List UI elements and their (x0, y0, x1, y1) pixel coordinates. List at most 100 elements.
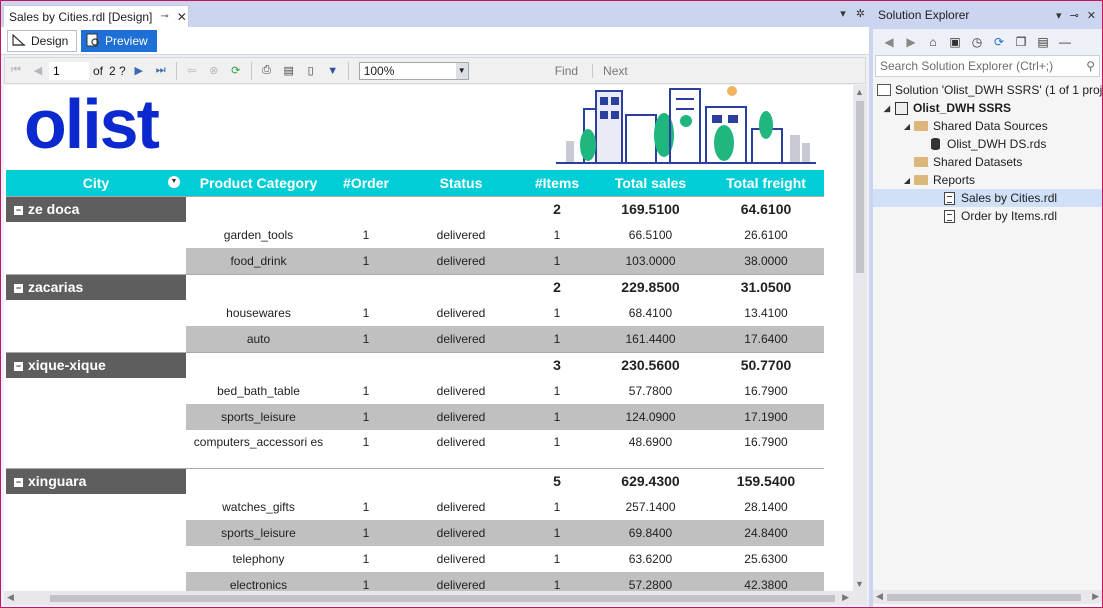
gear-icon[interactable]: ✲ (856, 7, 865, 20)
column-header-total-sales: Total sales (593, 170, 708, 196)
scroll-right-icon[interactable]: ▶ (842, 592, 849, 603)
document-tabstrip: Sales by Cities.rdl [Design] ⊸ ✕ ▾ ✲ (1, 1, 869, 27)
total-freight-cell: 17.1900 (708, 404, 824, 430)
status-cell: delivered (401, 572, 521, 591)
collapse-toggle-icon[interactable]: − (14, 206, 23, 216)
chevron-down-icon[interactable]: ▼ (455, 62, 468, 79)
panel-title: Solution Explorer (878, 8, 970, 22)
close-icon[interactable]: ✕ (1087, 9, 1096, 22)
status-cell: delivered (436, 384, 486, 398)
sync-icon[interactable]: ⟳ (991, 35, 1007, 49)
collapse-toggle-icon[interactable]: − (14, 362, 23, 372)
product-category-cell: garden_tools (223, 228, 294, 242)
folder-icon (913, 155, 929, 169)
scroll-thumb[interactable] (50, 595, 835, 602)
tree-node-shared-datasets[interactable]: Shared Datasets (873, 153, 1102, 171)
table-row: sports_leisure 1 delivered 1 69.8400 24.8400 (6, 520, 824, 546)
scroll-right-icon[interactable]: ▶ (1092, 591, 1099, 602)
scroll-thumb[interactable] (856, 101, 864, 273)
print-icon[interactable]: ⎙ (259, 63, 275, 79)
tree-node-report-order-by-items[interactable]: Order by Items.rdl (873, 207, 1102, 225)
page-setup-icon[interactable]: ▯ (303, 63, 319, 79)
print-layout-icon[interactable]: ▤ (281, 63, 297, 79)
tree-node-reports[interactable]: ◢ Reports (873, 171, 1102, 189)
expand-triangle-icon[interactable]: ◢ (901, 176, 913, 185)
back-icon[interactable]: ◀ (881, 35, 897, 49)
close-icon[interactable]: ✕ (177, 10, 187, 24)
stop-icon[interactable]: ⊗ (206, 63, 222, 79)
expand-triangle-icon[interactable]: ◢ (901, 122, 913, 131)
pin-icon[interactable]: ⊸ (160, 11, 168, 22)
scroll-down-icon[interactable]: ▼ (855, 579, 864, 589)
zoom-select[interactable]: 100% ▼ (358, 61, 469, 80)
properties-icon[interactable]: — (1057, 35, 1073, 49)
group-items-total: 2 (521, 195, 593, 222)
pin-icon[interactable]: ⊸ (1070, 9, 1079, 22)
items-cell: 1 (521, 404, 593, 430)
group-empty-cell (186, 351, 331, 378)
report-vertical-scrollbar[interactable]: ▲ ▼ (853, 85, 867, 591)
collapse-toggle-icon[interactable]: − (14, 284, 23, 294)
expand-triangle-icon[interactable]: ◢ (881, 104, 893, 113)
total-sales-cell: 63.6200 (628, 552, 673, 566)
city-blank-cell (6, 430, 186, 468)
product-category-cell: auto (186, 326, 331, 352)
group-row: − xique-xique 3 230.5600 50.7700 (6, 351, 824, 378)
status-cell: delivered (436, 435, 486, 449)
tree-node-report-sales-by-cities[interactable]: Sales by Cities.rdl (873, 189, 1102, 207)
solution-explorer-horizontal-scrollbar[interactable]: ◀ ▶ (873, 590, 1102, 604)
history-icon[interactable]: ◷ (969, 35, 985, 49)
table-row: garden_tools 1 delivered 1 66.5100 26.6100 (6, 222, 824, 248)
status-cell: delivered (436, 500, 486, 514)
collapse-all-icon[interactable]: ❐ (1013, 35, 1029, 49)
solution-icon (877, 83, 891, 97)
project-icon (893, 101, 909, 115)
product-category-cell: food_drink (186, 248, 331, 274)
tab-design[interactable]: Design (7, 30, 77, 52)
find-link[interactable]: Find (555, 64, 578, 78)
scroll-thumb[interactable] (887, 594, 1081, 601)
tree-node-data-source[interactable]: Olist_DWH DS.rds (873, 135, 1102, 153)
tree-label: Shared Data Sources (933, 119, 1048, 133)
tree-node-project[interactable]: ◢ Olist_DWH SSRS (873, 99, 1102, 117)
items-cell: 1 (521, 572, 593, 591)
last-page-icon[interactable]: ⏭ (153, 63, 169, 79)
back-icon[interactable]: ⇦ (184, 63, 200, 79)
page-number-input[interactable] (49, 61, 89, 80)
forward-icon[interactable]: ▶ (903, 35, 919, 49)
refresh-icon[interactable]: ⟳ (228, 63, 244, 79)
order-count-cell: 1 (331, 520, 401, 546)
order-count-cell: 1 (331, 572, 401, 591)
search-icon[interactable]: ⚲ (1086, 59, 1095, 73)
find-next-link[interactable]: Next (592, 63, 628, 78)
switch-views-icon[interactable]: ▣ (947, 35, 963, 49)
home-icon[interactable]: ⌂ (925, 35, 941, 49)
scroll-up-icon[interactable]: ▲ (855, 87, 864, 97)
sort-icon[interactable]: ▼ (168, 176, 180, 188)
column-header-city[interactable]: City ▼ (6, 170, 186, 196)
solution-explorer-titlebar: Solution Explorer ▾ ⊸ ✕ (873, 1, 1102, 29)
next-page-icon[interactable]: ▶ (131, 63, 147, 79)
report-horizontal-scrollbar[interactable]: ◀ ▶ (4, 591, 867, 605)
scroll-left-icon[interactable]: ◀ (876, 591, 883, 602)
toolbar-separator (175, 61, 177, 80)
total-sales-cell: 103.0000 (593, 248, 708, 274)
tab-preview[interactable]: Preview (81, 30, 157, 52)
city-illustration (556, 86, 816, 164)
previous-page-icon[interactable]: ◀ (30, 63, 46, 79)
group-city-cell: − xinguara (6, 467, 186, 494)
scroll-left-icon[interactable]: ◀ (7, 592, 14, 603)
collapse-toggle-icon[interactable]: − (14, 478, 23, 488)
first-page-icon[interactable]: ⏮ (8, 63, 24, 79)
status-cell: delivered (401, 248, 521, 274)
document-tab[interactable]: Sales by Cities.rdl [Design] ⊸ ✕ (3, 5, 189, 27)
total-freight-cell: 38.0000 (708, 248, 824, 274)
order-count-cell: 1 (331, 404, 401, 430)
dropdown-icon[interactable]: ▾ (840, 7, 846, 20)
dropdown-icon[interactable]: ▾ (1056, 9, 1062, 22)
tree-node-solution[interactable]: Solution 'Olist_DWH SSRS' (1 of 1 projec… (873, 81, 1102, 99)
tree-node-shared-data-sources[interactable]: ◢ Shared Data Sources (873, 117, 1102, 135)
export-icon[interactable]: ▼ (325, 63, 341, 79)
solution-search-box[interactable]: Search Solution Explorer (Ctrl+;) ⚲ (875, 55, 1100, 77)
show-all-files-icon[interactable]: ▤ (1035, 35, 1051, 49)
